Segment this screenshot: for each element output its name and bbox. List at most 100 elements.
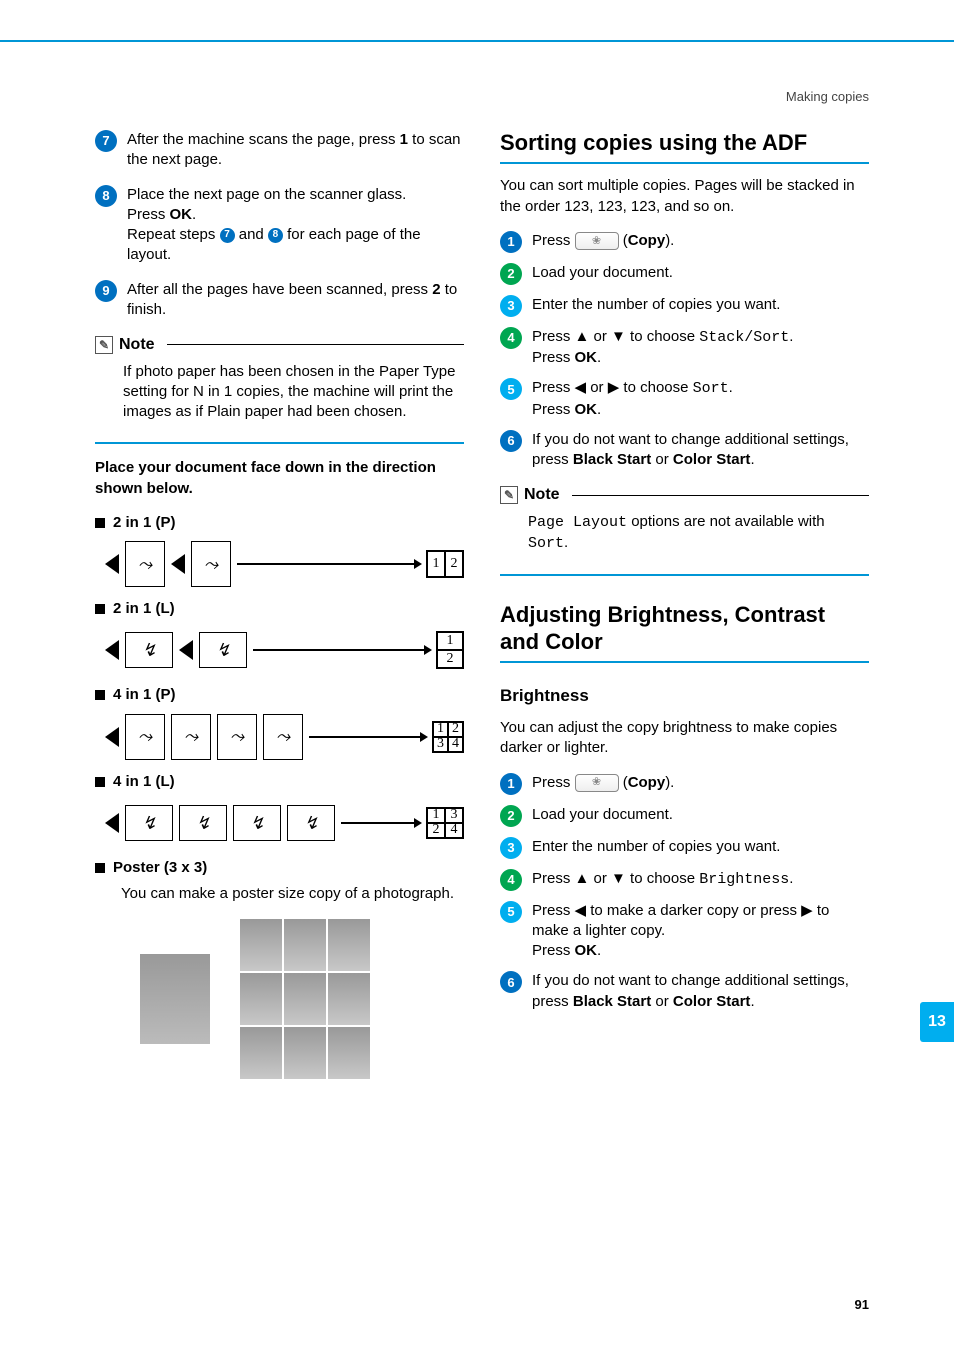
step-number-6-icon: 6: [500, 430, 522, 452]
sort-step-5: 5 Press ◀ or ▶ to choose Sort. Press OK.: [500, 378, 869, 420]
arrow-left-icon: [171, 554, 185, 574]
menu-item: Brightness: [699, 871, 789, 888]
t: Enter the number of copies you want.: [532, 295, 869, 315]
page-icon: ↯: [125, 805, 173, 841]
note-title: Note: [524, 484, 560, 506]
t: .: [564, 534, 568, 551]
note-title: Note: [119, 334, 155, 356]
t: If you do not want to change additional …: [532, 971, 869, 1012]
poster-result-icon: [240, 919, 370, 1079]
bullet-icon: [95, 518, 105, 528]
arrow-right-icon: [341, 822, 420, 824]
result-grid: 12 34: [432, 721, 464, 753]
t: and: [239, 226, 268, 243]
page-icon: ↯: [125, 632, 173, 668]
place-document-heading: Place your document face down in the dir…: [95, 458, 464, 499]
t: Press ◀ or ▶ to choose Sort. Press OK.: [532, 378, 869, 420]
option-label: 2 in 1 (L): [113, 599, 175, 619]
t: .: [192, 206, 196, 223]
step-7-text: After the machine scans the page, press …: [127, 130, 464, 171]
t: Press ❀ (Copy).: [532, 231, 869, 251]
option-label: 4 in 1 (P): [113, 685, 176, 705]
option-label: Poster (3 x 3): [113, 858, 207, 878]
step-number-2-icon: 2: [500, 805, 522, 827]
bright-step-5: 5 Press ◀ to make a darker copy or press…: [500, 901, 869, 962]
cell: 4: [448, 737, 463, 752]
note-heading-sort: ✎ Note: [500, 484, 869, 506]
copy-button-icon: ❀: [575, 774, 619, 792]
step-number-4-icon: 4: [500, 327, 522, 349]
t: ).: [665, 232, 674, 249]
t: Load your document.: [532, 805, 869, 825]
option-label: 2 in 1 (P): [113, 513, 176, 533]
t: Press: [532, 774, 575, 791]
arrow-left-icon: [179, 640, 193, 660]
note-body-sort: Page Layout options are not available wi…: [500, 508, 869, 565]
t: Load your document.: [532, 263, 869, 283]
t: .: [789, 328, 793, 345]
diagram-2in1-p: ⤳ ⤳ 12: [105, 539, 464, 589]
sort-step-4: 4 Press ▲ or ▼ to choose Stack/Sort. Pre…: [500, 327, 869, 369]
cell: 4: [445, 823, 463, 838]
color-start: Color Start: [673, 451, 751, 468]
note-body: If photo paper has been chosen in the Pa…: [95, 358, 464, 433]
note-icon: ✎: [500, 486, 518, 504]
arrow-left-icon: [105, 554, 119, 574]
step-number-7-icon: 7: [95, 130, 117, 152]
arrow-left-icon: [105, 813, 119, 833]
step-number-5-icon: 5: [500, 901, 522, 923]
note-icon: ✎: [95, 336, 113, 354]
cell: 2: [437, 650, 463, 668]
step-number-9-icon: 9: [95, 280, 117, 302]
cell: 3: [433, 737, 448, 752]
diagram-2in1-l: ↯ ↯ 12: [105, 625, 464, 675]
arrow-right-icon: [309, 736, 426, 738]
diagram-4in1-l: ↯ ↯ ↯ ↯ 13 24: [105, 798, 464, 848]
inline-step-8-icon: 8: [268, 228, 283, 243]
t: Press ❀ (Copy).: [532, 773, 869, 793]
bright-step-3: 3 Enter the number of copies you want.: [500, 837, 869, 859]
bright-step-6: 6 If you do not want to change additiona…: [500, 971, 869, 1012]
step-number-8-icon: 8: [95, 185, 117, 207]
t: After all the pages have been scanned, p…: [127, 281, 432, 298]
note-end-rule: [95, 442, 464, 444]
t: Press ▲ or ▼ to choose Stack/Sort. Press…: [532, 327, 869, 369]
page-icon: ↯: [287, 805, 335, 841]
copy-button-icon: ❀: [575, 232, 619, 250]
line: Place the next page on the scanner glass…: [127, 185, 464, 205]
key-1: 1: [400, 131, 408, 148]
result-grid: 12: [426, 550, 464, 578]
t: Press ▲ or ▼ to choose Brightness.: [532, 869, 869, 890]
bright-step-2: 2 Load your document.: [500, 805, 869, 827]
heading-brightness: Brightness: [500, 685, 869, 708]
option-4in1-l: 4 in 1 (L): [95, 772, 464, 792]
t: Enter the number of copies you want.: [532, 837, 869, 857]
t: ).: [665, 774, 674, 791]
page-icon: ⤳: [217, 714, 257, 760]
t: Press: [127, 206, 170, 223]
t: Press ▲ or ▼ to choose: [532, 870, 699, 887]
sort-step-2: 2 Load your document.: [500, 263, 869, 285]
t: .: [789, 870, 793, 887]
page-icon: ↯: [179, 805, 227, 841]
step-9-text: After all the pages have been scanned, p…: [127, 280, 464, 321]
left-column: 7 After the machine scans the page, pres…: [95, 130, 464, 1084]
step-number-3-icon: 3: [500, 837, 522, 859]
arrow-right-icon: [253, 649, 430, 651]
t: Press ◀ to make a darker copy or press ▶…: [532, 901, 869, 942]
running-head: Making copies: [786, 88, 869, 106]
t: or: [651, 993, 673, 1010]
right-column: Sorting copies using the ADF You can sor…: [500, 130, 869, 1084]
step-number-4-icon: 4: [500, 869, 522, 891]
option-2in1-p: 2 in 1 (P): [95, 513, 464, 533]
heading-adjusting: Adjusting Brightness, Contrast and Color: [500, 602, 869, 663]
step-9: 9 After all the pages have been scanned,…: [95, 280, 464, 321]
heading-sorting: Sorting copies using the ADF: [500, 130, 869, 164]
menu-item: Stack/Sort: [699, 329, 789, 346]
chapter-thumb-tab: 13: [920, 1002, 954, 1042]
step-number-2-icon: 2: [500, 263, 522, 285]
t: or: [651, 451, 673, 468]
copy-label: Copy: [628, 232, 666, 249]
poster-source-icon: [140, 954, 210, 1044]
t: Press ◀ to make a darker copy or press ▶…: [532, 901, 869, 962]
